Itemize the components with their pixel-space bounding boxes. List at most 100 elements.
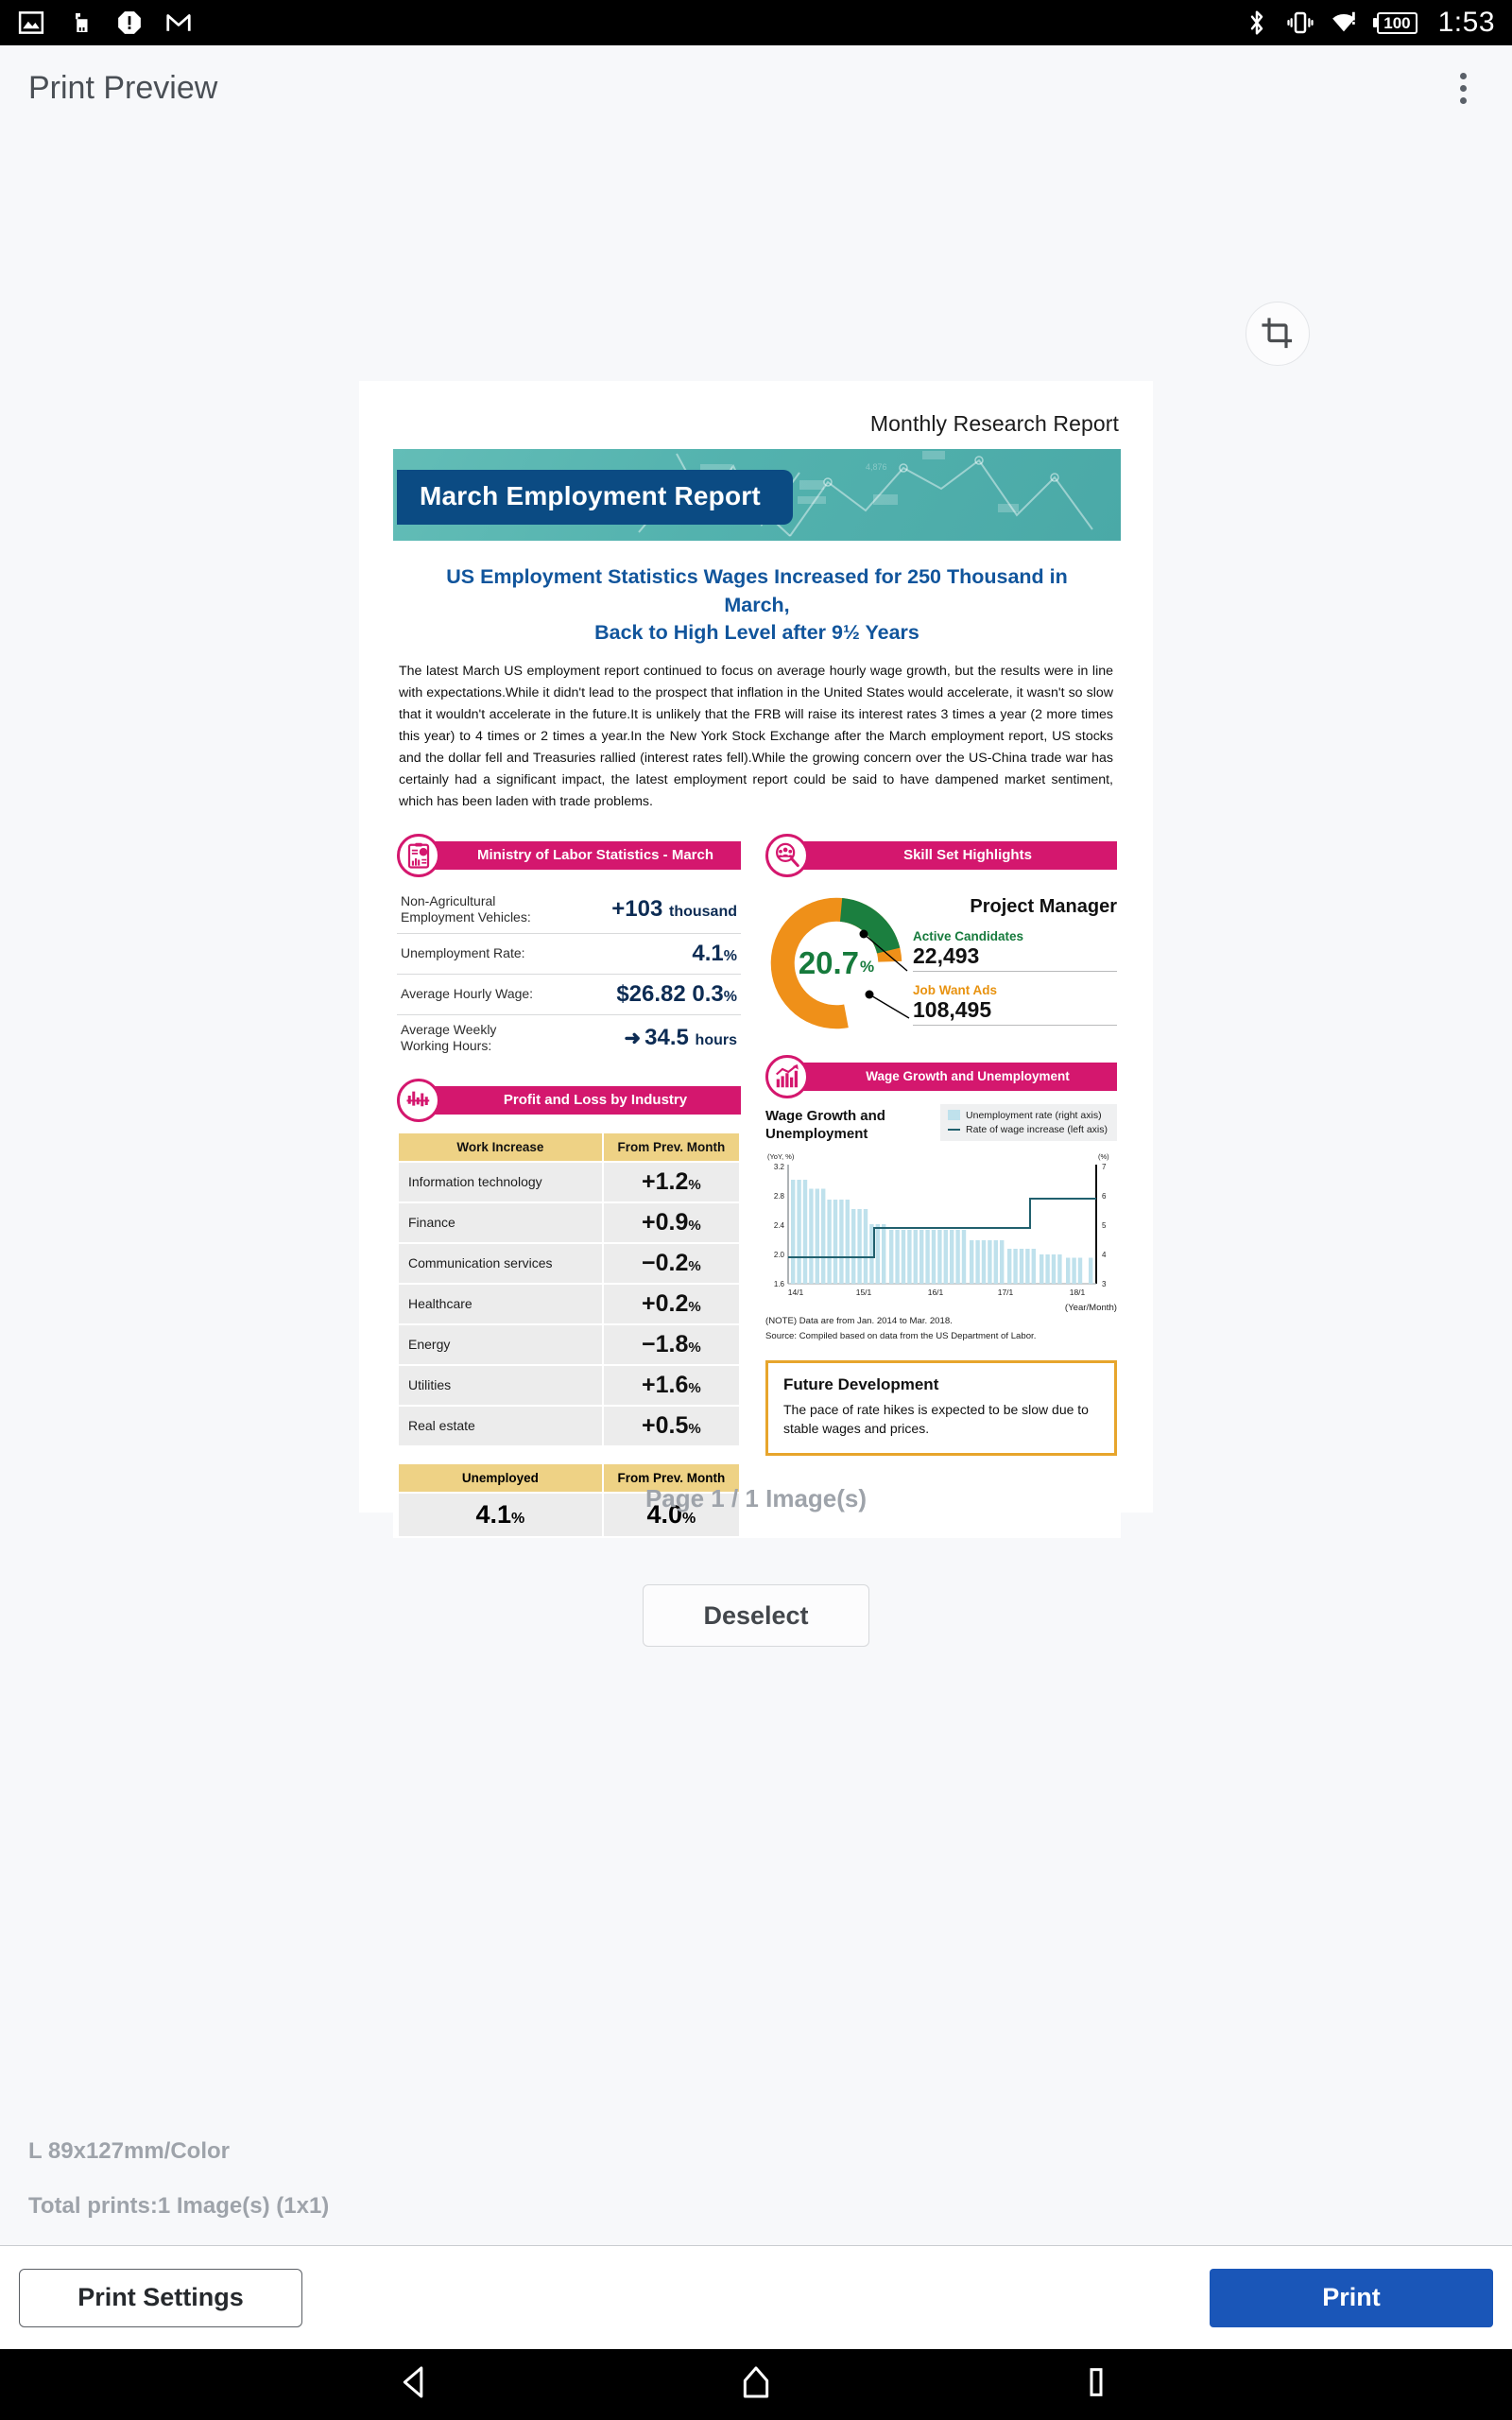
print-button[interactable]: Print [1210,2268,1493,2327]
table-row: Information technology +1.2% [399,1162,739,1201]
industry-value-number: −0.2 [642,1249,689,1276]
table-row: Real estate +0.5% [399,1406,739,1445]
stat-value: ➜ 34.5 hours [625,1025,737,1051]
svg-text:4: 4 [1102,1251,1107,1259]
kebab-menu-icon[interactable] [1442,67,1484,109]
industry-value: +0.9% [603,1202,739,1242]
report-body: 22,608 23,795 16,694 4,876 March Employm… [393,449,1121,1538]
chart-xticks: 14/1 15/1 16/1 17/1 18/1 [788,1288,1086,1297]
stat-unit: % [723,947,737,964]
document-kicker: Monthly Research Report [869,411,1119,436]
stat-row: Average Weekly Working Hours: ➜ 34.5 hours [397,1015,741,1062]
alert-octagon-icon [118,11,141,34]
industry-value-pct: % [688,1420,701,1437]
future-development-title: Future Development [783,1374,939,1393]
report-paragraph: The latest March US employment report co… [399,663,1113,809]
stat-number: $26.82 0.3 [616,980,724,1007]
industry-value-number: +0.2 [642,1289,689,1317]
back-triangle-icon [403,2366,423,2398]
skills-donut-section: 20.7% Project Manager Active Candidates … [765,887,1117,1034]
industry-table: Work Increase From Prev. Month Informati… [397,1132,741,1447]
report-panels: Ministry of Labor Statistics - March Non… [393,813,1121,1538]
report-banner: 22,608 23,795 16,694 4,876 March Employm… [393,449,1121,541]
stat-label: Non-Agricultural Employment Vehicles: [401,892,531,925]
print-settings-button[interactable]: Print Settings [19,2268,302,2327]
legend-item-line: Rate of wage increase (left axis) [948,1124,1108,1135]
svg-text:2.4: 2.4 [774,1221,785,1230]
preview-stage: Monthly Research Report 4,876 March Empl… [0,130,1512,2245]
industry-value: −1.8% [603,1324,739,1364]
wage-chart-plot: (YoY, %) (%) 3.2 2.8 2.4 2.0 1.6 7 6 5 4… [765,1150,1117,1313]
stat-row: Unemployment Rate: 4.1% [397,934,741,975]
industry-name: Healthcare [399,1284,602,1323]
donut-chart: 20.7% [765,892,910,1034]
page-counter: Page 1 / 1 Image(s) [644,1484,868,1512]
clock: 1:53 [1437,7,1495,38]
stat-value: $26.82 0.3% [616,981,737,1008]
skills-values: Project Manager Active Candidates 22,493… [907,892,1117,1026]
svg-text:18/1: 18/1 [1070,1288,1086,1297]
industry-value-number: −1.8 [642,1330,689,1357]
table-row: Finance +0.9% [399,1202,739,1242]
stat-value: +103 thousand [611,896,737,923]
industry-name: Energy [399,1324,602,1364]
nav-recents-button[interactable] [1077,2363,1115,2406]
industry-name: Finance [399,1202,602,1242]
usb-device-icon [76,13,88,32]
chart-note-2: Source: Compiled based on data from the … [765,1331,1037,1342]
nav-back-button[interactable] [397,2363,435,2406]
vibrate-icon [1287,11,1314,34]
android-nav-bar [0,2349,1512,2420]
donut-center-label: 20.7% [765,892,907,1034]
table-row: Utilities +1.6% [399,1365,739,1405]
svg-text:16/1: 16/1 [928,1288,944,1297]
industry-value: −0.2% [603,1243,739,1283]
stat-number: 4.1 [692,940,724,966]
svg-text:6: 6 [1102,1192,1107,1201]
stat-label: Average Hourly Wage: [401,986,534,1002]
bluetooth-icon [1250,10,1263,35]
battery-indicator: 100 [1377,11,1418,34]
chart-bars [791,1180,1093,1285]
svg-text:2.8: 2.8 [774,1192,785,1201]
stat-unit: hours [695,1032,737,1049]
chart-xlabel: (Year/Month) [1064,1303,1117,1314]
table-row: Energy −1.8% [399,1324,739,1364]
industry-name: Information technology [399,1162,602,1201]
deselect-button[interactable]: Deselect [643,1584,869,1647]
industry-value-number: +1.2 [642,1167,689,1195]
industry-value-pct: % [688,1217,701,1234]
gmail-icon [166,14,191,31]
chart-note-1: (NOTE) Data are from Jan. 2014 to Mar. 2… [765,1316,953,1327]
active-candidates-label: Active Candidates [913,928,1024,943]
crop-icon [1262,318,1293,349]
right-column: Skill Set Highlights 20.7 % Project Mana… [765,833,1117,1538]
total-prints-label: Total prints:1 Image(s) (1x1) [28,2193,330,2219]
ministry-stats: Non-Agricultural Employment Vehicles: +10… [397,887,741,1062]
wifi-alert-icon [1332,11,1356,32]
donut-value: 20.7 [798,944,860,980]
ministry-panel-title: Ministry of Labor Statistics - March [421,840,741,870]
chart-y2label: (%) [1098,1152,1109,1161]
stat-number: 34.5 [644,1025,689,1051]
nav-home-button[interactable] [737,2363,775,2406]
wage-chart-svg: (YoY, %) (%) 3.2 2.8 2.4 2.0 1.6 7 6 5 4… [767,1152,1109,1297]
industry-name: Real estate [399,1406,602,1445]
crop-button[interactable] [1246,302,1310,366]
stat-number: +103 [611,896,663,923]
svg-text:5: 5 [1102,1221,1107,1230]
stat-label: Unemployment Rate: [401,945,525,961]
table-row: Healthcare +0.2% [399,1284,739,1323]
recents-square-icon [1090,2368,1103,2396]
status-bar-left-icons [17,9,193,37]
left-column: Ministry of Labor Statistics - March Non… [397,833,741,1538]
report-banner-title: March Employment Report [397,470,793,525]
future-development-body: The pace of rate hikes is expected to be… [783,1401,1089,1436]
wage-panel-header: Wage Growth and Unemployment [765,1054,1117,1098]
legend-label-line: Rate of wage increase (left axis) [966,1123,1108,1135]
industry-value: +1.6% [603,1365,739,1405]
status-bar-right-icons: 100 1:53 [1243,7,1495,39]
stat-row: Non-Agricultural Employment Vehicles: +10… [397,887,741,934]
skills-panel-title: Skill Set Highlights [790,840,1117,870]
document-page[interactable]: Monthly Research Report 4,876 March Empl… [359,381,1153,1538]
